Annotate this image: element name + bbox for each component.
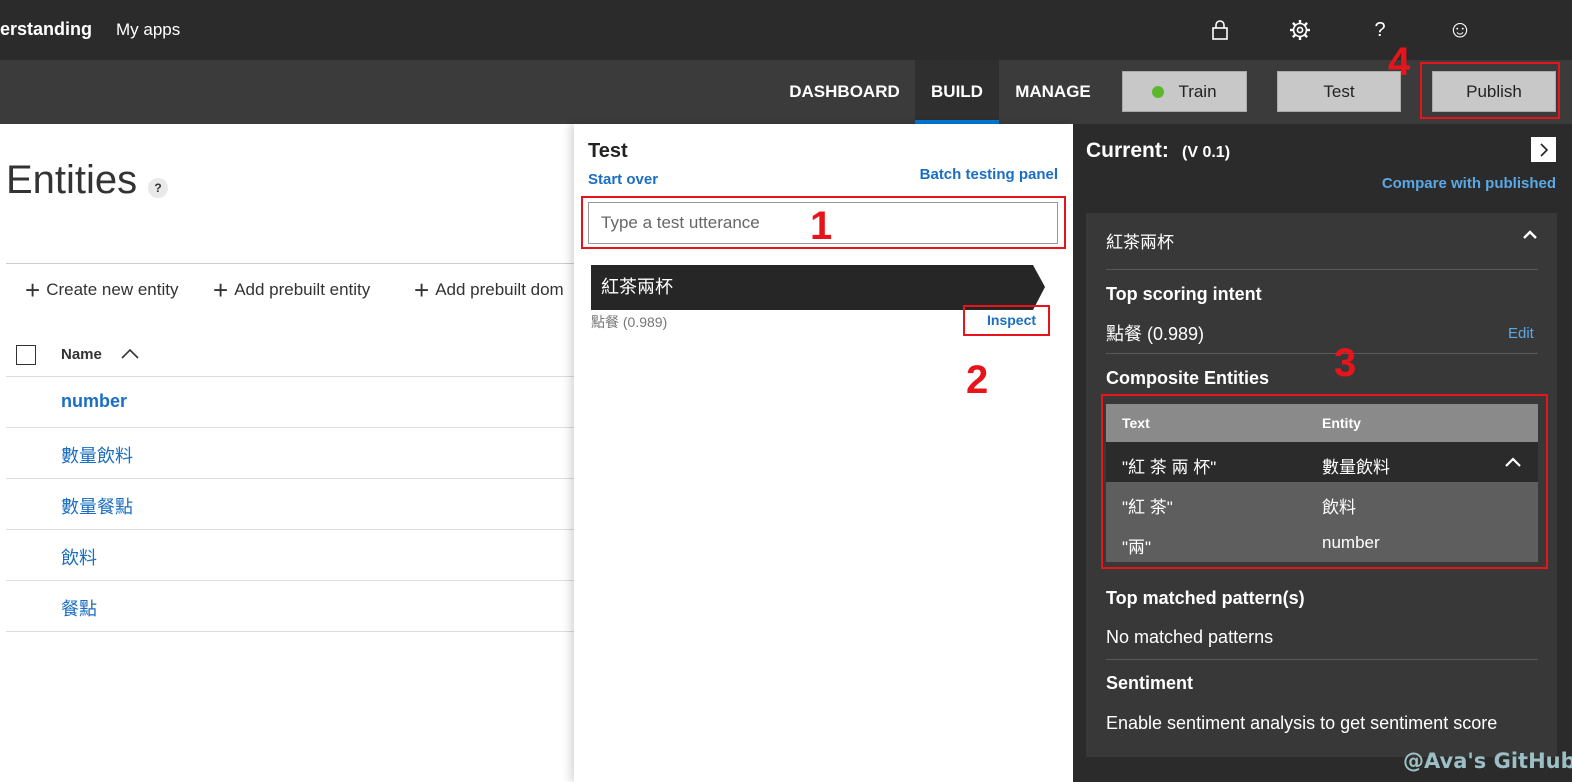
entity-link[interactable]: 飲料	[61, 544, 97, 570]
entity-link[interactable]: 餐點	[61, 595, 97, 621]
inspected-utterance: 紅茶兩杯	[1106, 233, 1174, 252]
select-all-checkbox[interactable]	[16, 345, 36, 365]
tab-dashboard[interactable]: DASHBOARD	[779, 60, 910, 124]
chevron-up-icon[interactable]	[1522, 227, 1538, 243]
tab-build[interactable]: BUILD	[915, 60, 999, 124]
divider	[6, 631, 574, 632]
entity-link[interactable]: 數量飲料	[61, 442, 133, 468]
create-new-entity-button[interactable]: + Create new entity	[25, 275, 179, 305]
top-matched-patterns-heading: Top matched pattern(s)	[1106, 588, 1305, 608]
chevron-right-icon	[1539, 142, 1548, 157]
annotation-number-2: 2	[966, 358, 989, 402]
result-arrow-icon	[1033, 265, 1045, 310]
divider	[1106, 269, 1538, 270]
page-title: Entities	[6, 158, 138, 202]
start-over-link[interactable]: Start over	[588, 171, 658, 188]
entity-link[interactable]: 數量餐點	[61, 493, 133, 519]
test-result-utterance[interactable]: 紅茶兩杯	[591, 265, 1033, 310]
table-row[interactable]: 餐點	[6, 580, 574, 631]
collapse-panel-button[interactable]	[1531, 137, 1556, 162]
train-status-icon	[1152, 85, 1165, 98]
table-row[interactable]: 飲料	[6, 529, 574, 580]
add-prebuilt-domain-button[interactable]: + Add prebuilt dom	[414, 275, 564, 305]
lock-icon[interactable]	[1206, 16, 1234, 44]
column-header-name[interactable]: Name	[61, 346, 102, 363]
table-row[interactable]: number	[6, 376, 574, 427]
nav-bar: DASHBOARD BUILD MANAGE Train Test Publis…	[0, 60, 1572, 124]
sentiment-value: Enable sentiment analysis to get sentime…	[1106, 713, 1498, 733]
sentiment-heading: Sentiment	[1106, 673, 1194, 693]
table-row[interactable]: 數量飲料	[6, 427, 574, 478]
help-glyph: ?	[1374, 18, 1386, 41]
add-prebuilt-entity-label: Add prebuilt entity	[234, 280, 371, 299]
composite-entities-heading: Composite Entities	[1106, 368, 1270, 388]
entity-link[interactable]: number	[61, 391, 127, 412]
smiley-glyph: ☺	[1447, 16, 1473, 43]
add-prebuilt-entity-button[interactable]: + Add prebuilt entity	[213, 275, 371, 305]
plus-icon: +	[25, 275, 41, 305]
smiley-icon[interactable]: ☺	[1446, 16, 1474, 44]
test-result-intent: 點餐 (0.989)	[591, 314, 668, 330]
divider	[6, 263, 574, 264]
annotation-box-2	[963, 305, 1050, 336]
version-value: (V 0.1)	[1182, 144, 1231, 161]
sort-ascending-icon[interactable]	[120, 346, 140, 362]
tab-manage[interactable]: MANAGE	[1004, 60, 1102, 124]
annotation-box-3	[1101, 394, 1548, 569]
table-row[interactable]: 數量餐點	[6, 478, 574, 529]
train-button[interactable]: Train	[1122, 71, 1247, 112]
my-apps-link[interactable]: My apps	[116, 20, 180, 40]
create-new-entity-label: Create new entity	[46, 280, 179, 299]
plus-icon: +	[213, 275, 229, 305]
divider	[1106, 353, 1538, 354]
current-version-label: Current:	[1086, 139, 1169, 162]
test-panel-title: Test	[588, 140, 628, 162]
matched-patterns-value: No matched patterns	[1106, 627, 1274, 647]
edit-intent-link[interactable]: Edit	[1508, 325, 1534, 342]
test-button[interactable]: Test	[1277, 71, 1401, 112]
top-scoring-intent-heading: Top scoring intent	[1106, 284, 1262, 304]
watermark: @Ava's GitHub	[1403, 749, 1572, 773]
add-prebuilt-domain-label: Add prebuilt dom	[435, 280, 564, 299]
top-bar: erstanding My apps ? ☺	[0, 0, 1572, 60]
top-scoring-intent-value: 點餐 (0.989)	[1106, 324, 1205, 344]
plus-icon: +	[414, 275, 430, 305]
app-brand[interactable]: erstanding	[0, 19, 92, 40]
train-label: Train	[1178, 81, 1217, 101]
annotation-number-1: 1	[810, 204, 833, 248]
gear-icon[interactable]	[1286, 16, 1314, 44]
divider	[1106, 659, 1538, 660]
batch-testing-panel-link[interactable]: Batch testing panel	[920, 166, 1058, 183]
annotation-number-3: 3	[1334, 341, 1357, 385]
help-badge-icon[interactable]: ?	[148, 178, 168, 198]
annotation-number-4: 4	[1388, 40, 1411, 84]
annotation-box-4	[1420, 62, 1560, 119]
compare-with-published-link[interactable]: Compare with published	[1382, 175, 1556, 192]
entities-page: Entities ? + Create new entity + Add pre…	[0, 124, 574, 782]
